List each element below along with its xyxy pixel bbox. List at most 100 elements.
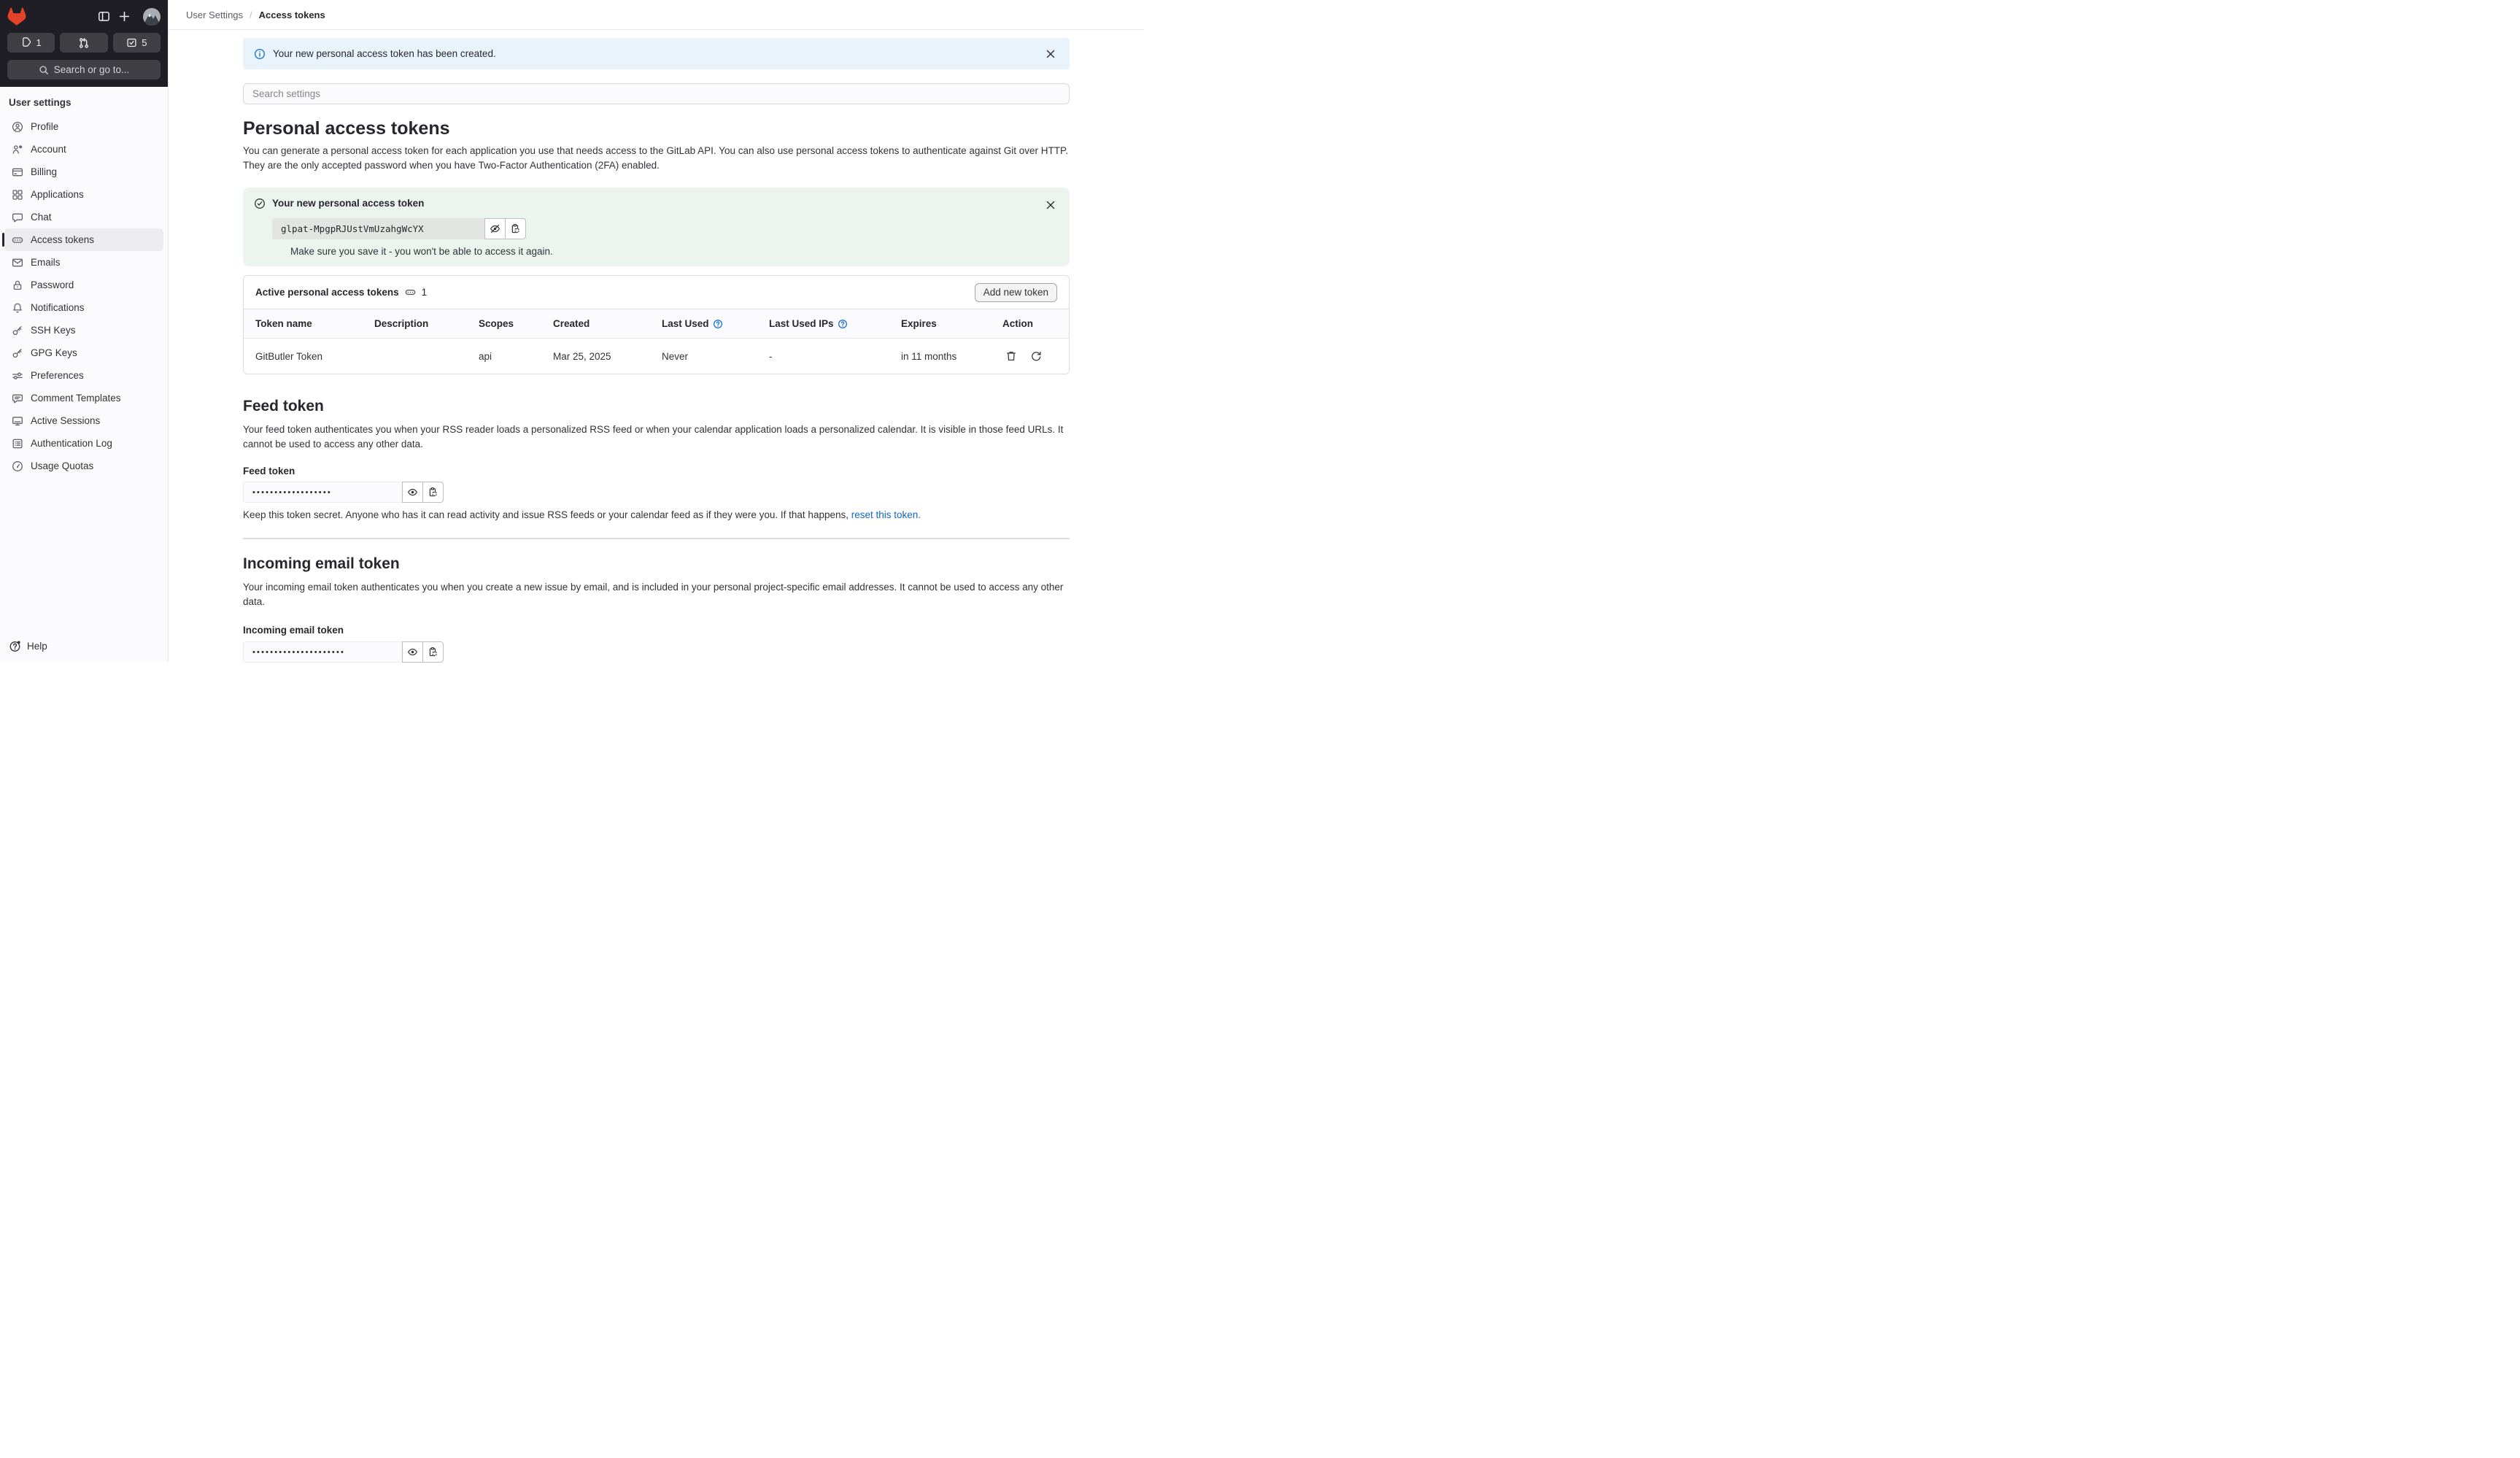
new-token-panel: Your new personal access token glpat-Mpg… <box>243 188 1070 266</box>
info-icon <box>254 48 266 59</box>
col-scopes: Scopes <box>479 318 514 329</box>
add-new-token-button[interactable]: Add new token <box>974 282 1057 302</box>
reveal-incoming-email-token-button[interactable] <box>402 641 423 663</box>
sidebar-item-emails[interactable]: Emails <box>4 251 163 274</box>
main-content: User Settings / Access tokens Your new p… <box>169 0 1144 663</box>
cell-expires: in 11 months <box>901 350 957 362</box>
sidebar-item-comment-templates[interactable]: Comment Templates <box>4 387 163 409</box>
sidebar-item-gpg-keys[interactable]: GPG Keys <box>4 342 163 364</box>
sidebar-toggle-icon <box>98 12 109 21</box>
question-icon[interactable] <box>838 319 848 329</box>
sliders-icon <box>12 372 23 379</box>
breadcrumb-separator: / <box>250 9 252 20</box>
sidebar-item-preferences[interactable]: Preferences <box>4 364 163 387</box>
sidebar-item-label: Account <box>31 144 66 155</box>
user-icon <box>12 121 23 132</box>
new-token-note: Make sure you save it - you won't be abl… <box>290 246 553 257</box>
incoming-email-token-title: Incoming email token <box>243 555 400 572</box>
card-title: Active personal access tokens <box>255 287 399 298</box>
copy-token-button[interactable] <box>505 218 526 239</box>
sidebar-item-label: GPG Keys <box>31 347 77 358</box>
sidebar-item-ssh-keys[interactable]: SSH Keys <box>4 319 163 342</box>
help-button[interactable]: Help <box>0 630 168 662</box>
search-icon <box>39 65 48 74</box>
key-icon <box>12 348 22 358</box>
breadcrumb-current: Access tokens <box>258 9 325 20</box>
sidebar-item-label: SSH Keys <box>31 325 76 336</box>
log-icon <box>12 439 23 448</box>
pat-description: You can generate a personal access token… <box>243 145 1068 171</box>
search-or-go-to[interactable]: Search or go to... <box>7 60 161 80</box>
sidebar-item-label: Billing <box>31 166 58 177</box>
sidebar: 1 5 Search or go to... User settings Pro… <box>0 0 169 662</box>
eye-icon <box>408 488 417 496</box>
sidebar-item-chat[interactable]: Chat <box>4 206 163 228</box>
sidebar-item-account[interactable]: Account <box>4 138 163 161</box>
sidebar-item-label: Emails <box>31 257 61 268</box>
bell-icon <box>13 303 22 313</box>
col-last-used: Last Used <box>662 318 709 329</box>
avatar[interactable] <box>143 7 161 26</box>
col-created: Created <box>553 318 590 329</box>
copy-feed-token-button[interactable] <box>422 482 444 503</box>
incoming-email-token-label: Incoming email token <box>243 625 344 636</box>
credit-card-icon <box>12 168 23 176</box>
panel-close-button[interactable] <box>1043 197 1059 213</box>
revoke-token-button[interactable] <box>1002 347 1020 365</box>
sidebar-item-billing[interactable]: Billing <box>4 161 163 183</box>
page-title: Personal access tokens <box>243 118 450 139</box>
app: 1 5 Search or go to... User settings Pro… <box>0 0 1144 663</box>
sidebar-item-usage-quotas[interactable]: Usage Quotas <box>4 455 163 477</box>
sidebar-item-label: Usage Quotas <box>31 460 94 471</box>
sidebar-item-label: Authentication Log <box>31 438 112 449</box>
sidebar-item-profile[interactable]: Profile <box>4 115 163 138</box>
close-icon <box>1046 201 1055 209</box>
copy-icon <box>429 647 437 657</box>
sidebar-item-label: Active Sessions <box>31 415 101 426</box>
table-row: GitButler Token api Mar 25, 2025 Never -… <box>244 338 1069 374</box>
settings-search-input[interactable] <box>243 83 1070 104</box>
sidebar-toggle-button[interactable] <box>93 7 114 27</box>
alert-text: Your new personal access token has been … <box>273 48 496 59</box>
sidebar-item-password[interactable]: Password <box>4 274 163 296</box>
feed-token-title: Feed token <box>243 398 324 414</box>
sidebar-item-authentication-log[interactable]: Authentication Log <box>4 432 163 455</box>
help-icon <box>9 641 20 652</box>
sidebar-item-applications[interactable]: Applications <box>4 183 163 206</box>
gitlab-logo-icon[interactable] <box>7 7 26 26</box>
incoming-email-token-masked-value: ••••••••••••••••••••• <box>243 641 402 663</box>
create-new-button[interactable] <box>114 7 134 27</box>
sidebar-item-label: Chat <box>31 212 52 223</box>
feed-token-note: Keep this token secret. Anyone who has i… <box>243 509 851 520</box>
todos-count-button[interactable]: 5 <box>112 33 161 53</box>
feed-token-section: Feed token Your feed token authenticates… <box>243 396 1070 520</box>
hide-token-button[interactable] <box>484 218 506 239</box>
account-icon <box>12 144 23 154</box>
cell-token-name: GitButler Token <box>255 350 323 362</box>
issues-count: 1 <box>36 37 42 48</box>
sidebar-item-active-sessions[interactable]: Active Sessions <box>4 409 163 432</box>
question-icon[interactable] <box>713 319 723 329</box>
sidebar-item-access-tokens[interactable]: Access tokens <box>2 228 163 251</box>
section-divider <box>243 538 1070 539</box>
rotate-token-button[interactable] <box>1027 347 1045 365</box>
alert-close-button[interactable] <box>1043 46 1059 62</box>
plus-icon <box>119 11 129 22</box>
feed-token-label: Feed token <box>243 466 295 477</box>
col-expires: Expires <box>901 318 937 329</box>
issues-count-button[interactable]: 1 <box>7 33 55 53</box>
sidebar-title: User settings <box>9 97 71 108</box>
copy-icon <box>429 487 437 497</box>
key-icon <box>12 325 22 335</box>
merge-requests-button[interactable] <box>60 33 108 53</box>
reveal-feed-token-button[interactable] <box>402 482 423 503</box>
col-description: Description <box>374 318 429 329</box>
copy-incoming-email-token-button[interactable] <box>422 641 444 663</box>
issues-icon <box>22 37 31 47</box>
sidebar-item-notifications[interactable]: Notifications <box>4 296 163 319</box>
col-token-name: Token name <box>255 318 312 329</box>
todos-count: 5 <box>142 37 147 48</box>
reset-feed-token-link[interactable]: reset this token. <box>851 509 921 520</box>
col-action: Action <box>1002 318 1033 329</box>
breadcrumb-parent[interactable]: User Settings <box>186 9 243 20</box>
